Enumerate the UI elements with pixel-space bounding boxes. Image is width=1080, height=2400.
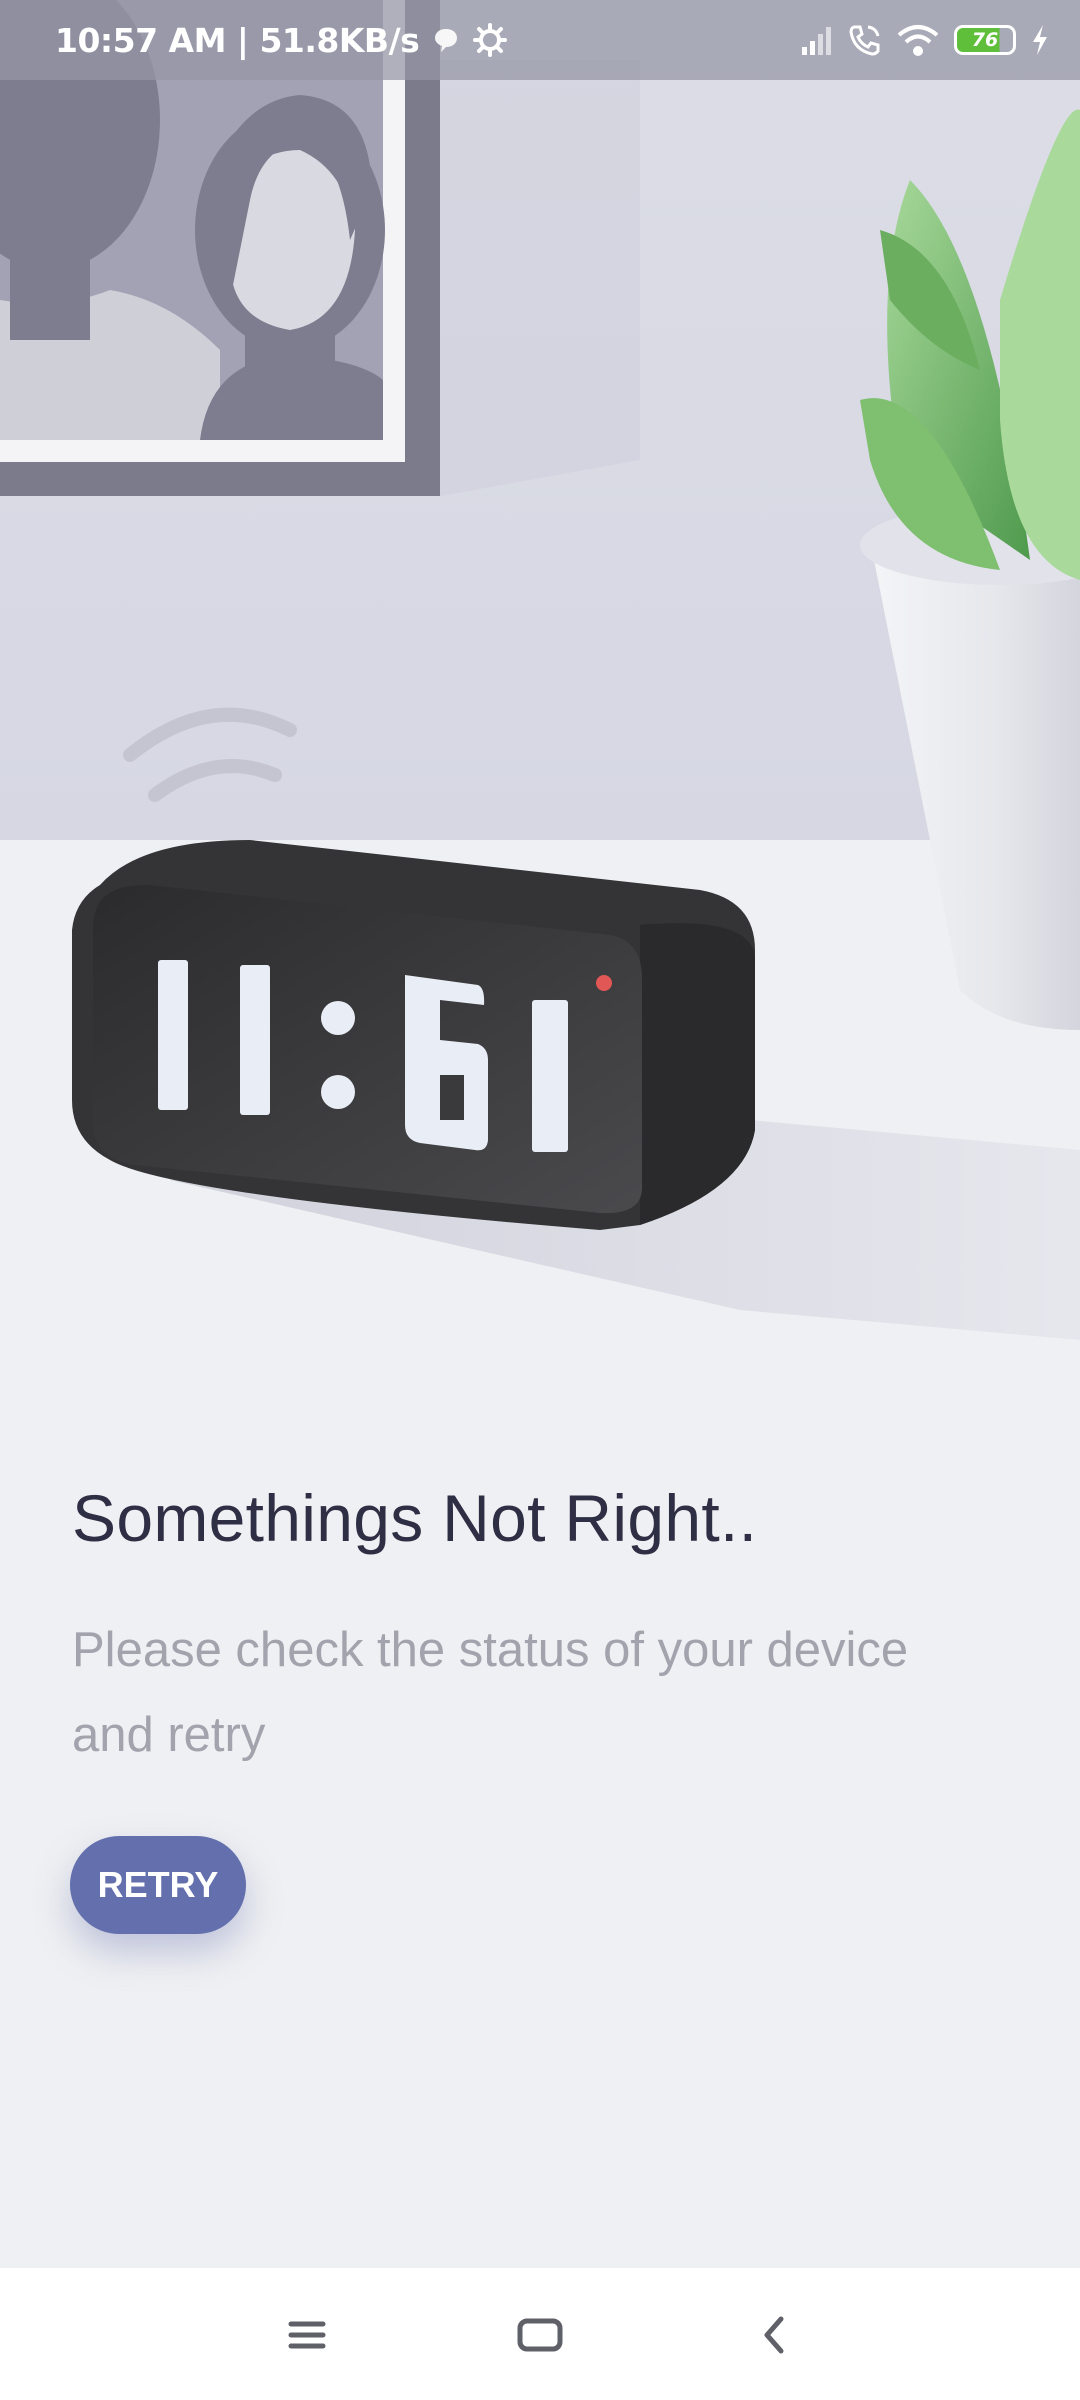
wifi-calling-icon xyxy=(848,23,882,57)
error-message: Please check the status of your device a… xyxy=(72,1623,909,1762)
chat-bubble-icon xyxy=(433,27,459,53)
settings-gear-icon xyxy=(473,23,508,57)
battery-icon: 76 xyxy=(954,25,1016,55)
home-icon[interactable] xyxy=(505,2302,575,2368)
alarm-clock xyxy=(72,840,755,1230)
back-icon[interactable] xyxy=(739,2302,809,2368)
menu-icon[interactable] xyxy=(272,2302,342,2368)
wifi-icon xyxy=(896,23,940,57)
signal-icon xyxy=(800,25,834,55)
status-bar: 10:57 AM | 51.8KB/s 76 xyxy=(0,0,1080,80)
error-title: Somethings Not Right.. xyxy=(72,1481,758,1555)
retry-button[interactable]: RETRY xyxy=(70,1836,246,1934)
status-time-speed: 10:57 AM | 51.8KB/s xyxy=(55,20,420,60)
alarm-clock-illustration xyxy=(0,0,1080,1420)
charging-bolt-icon xyxy=(1030,24,1050,56)
navigation-bar xyxy=(0,2268,1080,2400)
